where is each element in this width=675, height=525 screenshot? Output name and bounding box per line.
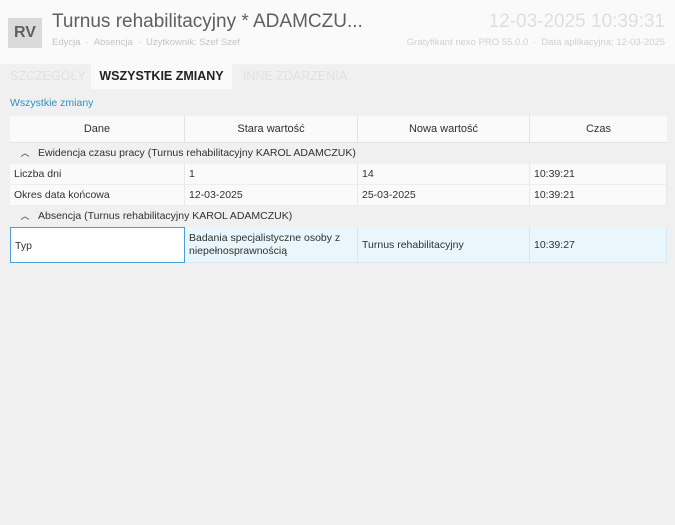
table-row-selected[interactable]: Typ Badania specjalistyczne osoby z niep… <box>10 227 667 263</box>
table-row[interactable]: Liczba dni 1 14 10:39:21 <box>10 164 667 185</box>
tab-wszystkie-zmiany[interactable]: WSZYSTKIE ZMIANY <box>91 64 232 89</box>
cell-dane[interactable]: Okres data końcowa <box>10 185 185 206</box>
grid-header: Dane Stara wartość Nowa wartość Czas <box>10 116 667 143</box>
breadcrumb-item-edycja: Edycja <box>52 37 81 48</box>
cell-dane[interactable]: Typ <box>10 227 185 263</box>
separator-dot-icon: · <box>85 37 89 48</box>
cell-nowa-wartosc[interactable]: Turnus rehabilitacyjny <box>358 227 530 263</box>
group-row-ewidencja[interactable]: ︿ Ewidencja czasu pracy (Turnus rehabilit… <box>10 143 667 164</box>
breadcrumb-item-absencja: Absencja <box>93 37 133 48</box>
column-header-dane[interactable]: Dane <box>10 116 185 143</box>
cell-stara-wartosc[interactable]: 1 <box>185 164 358 185</box>
cell-nowa-wartosc[interactable]: 25-03-2025 <box>358 185 530 206</box>
chevron-up-icon[interactable]: ︿ <box>18 206 32 227</box>
current-datetime: 12-03-2025 10:39:31 <box>488 11 665 32</box>
window-header: RV Turnus rehabilitacyjny * ADAMCZU... E… <box>0 0 675 64</box>
chevron-up-icon[interactable]: ︿ <box>18 143 32 164</box>
cell-nowa-wartosc[interactable]: 14 <box>358 164 530 185</box>
group-row-absencja[interactable]: ︿ Absencja (Turnus rehabilitacyjny KAROL … <box>10 206 667 227</box>
tab-bar: SZCZEGÓŁY WSZYSTKIE ZMIANY INNE ZDARZENI… <box>0 64 675 89</box>
page-title: Turnus rehabilitacyjny * ADAMCZU... <box>52 11 363 32</box>
cell-czas[interactable]: 10:39:21 <box>530 164 667 185</box>
column-header-czas[interactable]: Czas <box>530 116 667 143</box>
user-label: Użytkownik: Szef Szef <box>145 37 240 48</box>
app-info: Gratyfikant nexo PRO 55.0.0 · Data aplikac… <box>407 37 665 48</box>
group-label: Absencja (Turnus rehabilitacyjny KAROL A… <box>38 210 293 222</box>
tab-szczegoly[interactable]: SZCZEGÓŁY <box>10 64 86 89</box>
column-header-stara-wartosc[interactable]: Stara wartość <box>185 116 358 143</box>
breadcrumb: Edycja · Absencja · Użytkownik: Szef Szef <box>52 37 240 48</box>
cell-dane[interactable]: Liczba dni <box>10 164 185 185</box>
cell-stara-wartosc[interactable]: 12-03-2025 <box>185 185 358 206</box>
module-badge: RV <box>8 18 42 48</box>
cell-czas[interactable]: 10:39:21 <box>530 185 667 206</box>
main-content: Wszystkie zmiany Dane Stara wartość Nowa… <box>0 89 675 525</box>
group-label: Ewidencja czasu pracy (Turnus rehabilita… <box>38 147 356 159</box>
separator-dot-icon: · <box>137 37 141 48</box>
cell-czas[interactable]: 10:39:27 <box>530 227 667 263</box>
all-changes-link[interactable]: Wszystkie zmiany <box>10 97 93 109</box>
tab-inne-zdarzenia[interactable]: INNE ZDARZENIA <box>240 64 350 89</box>
column-header-nowa-wartosc[interactable]: Nowa wartość <box>358 116 530 143</box>
app-version: Gratyfikant nexo PRO 55.0.0 <box>406 37 529 48</box>
table-row[interactable]: Okres data końcowa 12-03-2025 25-03-2025… <box>10 185 667 206</box>
application-date: Data aplikacyjna: 12-03-2025 <box>541 37 665 48</box>
changes-grid: Dane Stara wartość Nowa wartość Czas ︿ Ew… <box>10 116 667 263</box>
cell-stara-wartosc[interactable]: Badania specjalistyczne osoby z niepełno… <box>185 227 358 263</box>
separator-dot-icon: · <box>533 37 537 48</box>
